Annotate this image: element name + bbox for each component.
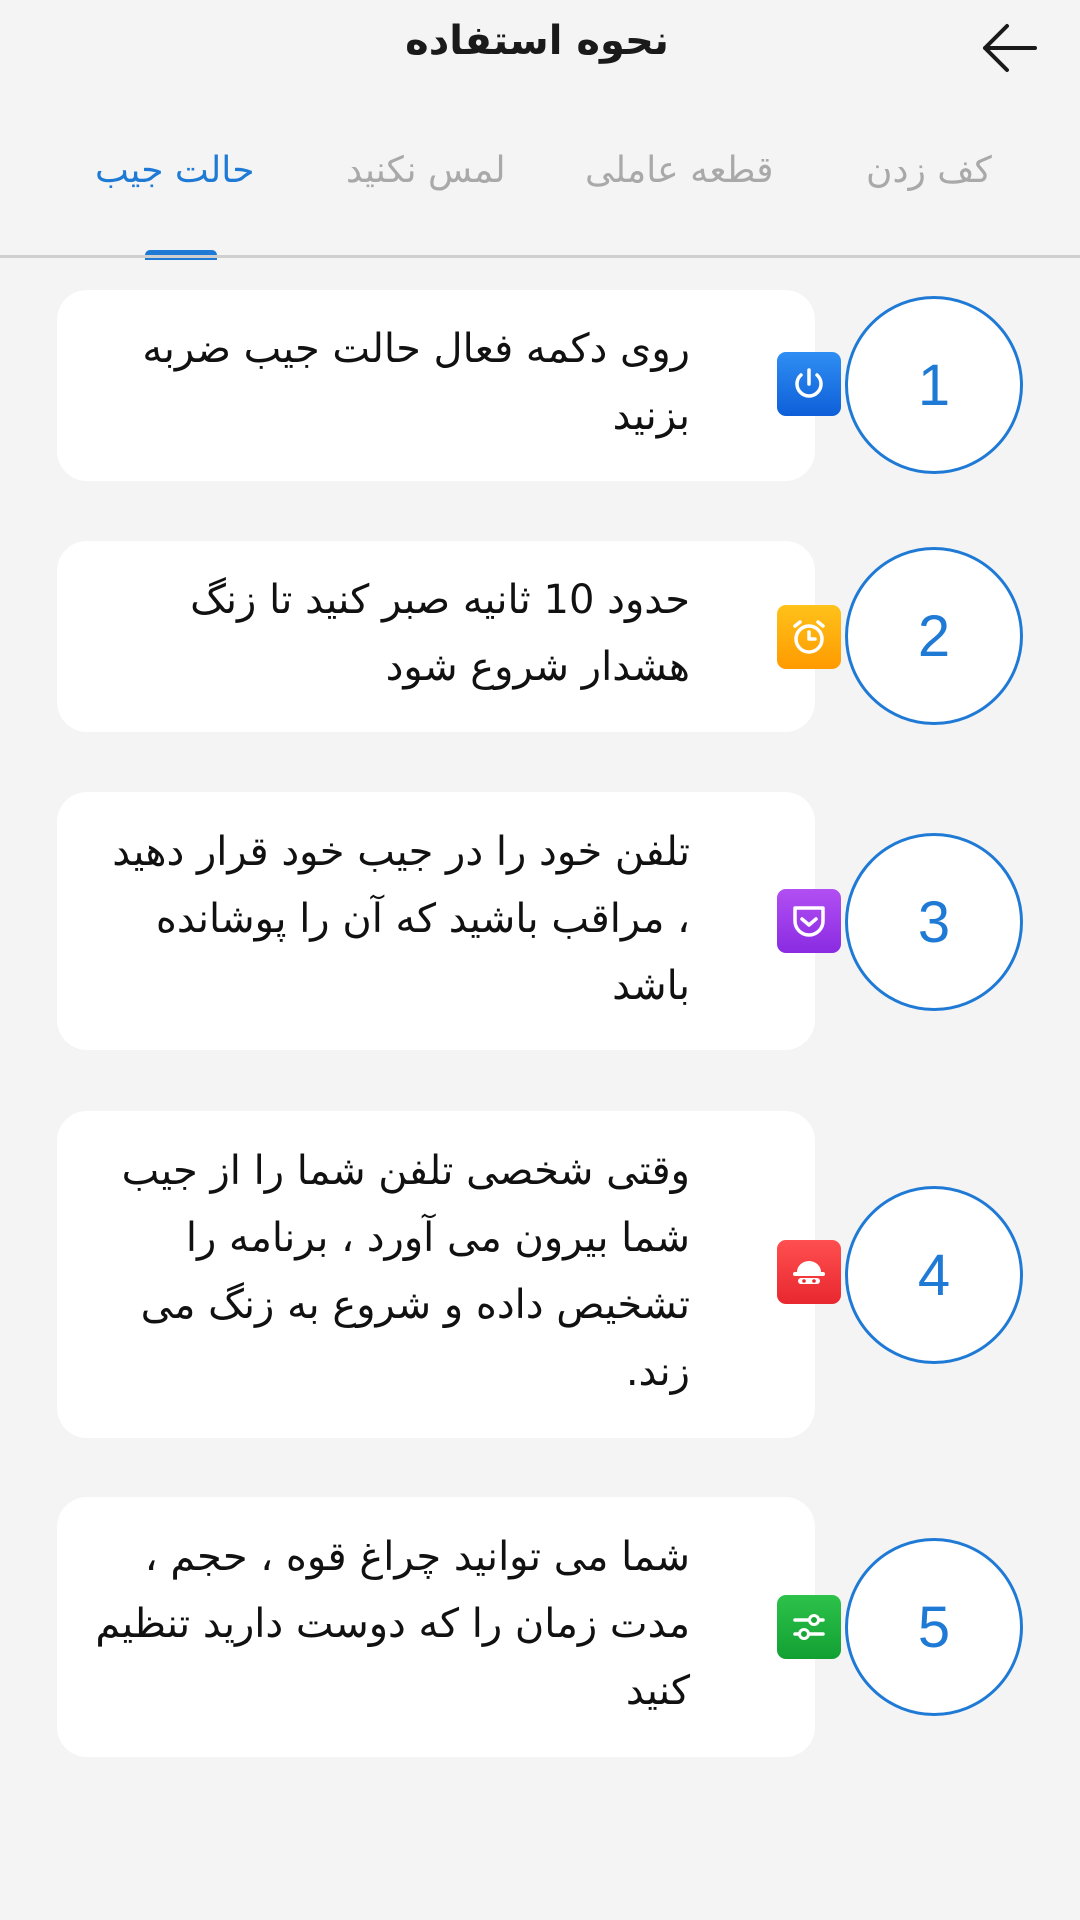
app-header: نحوه استفاده — [0, 0, 1080, 90]
step-card: شما می توانید چراغ قوه ، حجم ، مدت زمان … — [57, 1497, 841, 1757]
step-text: حدود 10 ثانیه صبر کنید تا زنگ هشدار شروع… — [190, 577, 690, 690]
tabs-divider — [0, 255, 1080, 258]
step-number: 2 — [845, 547, 1023, 725]
step-card: وقتی شخصی تلفن شما را از جیب شما بیرون م… — [57, 1111, 841, 1438]
step-text: وقتی شخصی تلفن شما را از جیب شما بیرون م… — [121, 1148, 690, 1395]
thief-icon — [777, 1240, 841, 1304]
power-icon — [777, 352, 841, 416]
step-text: روی دکمه فعال حالت جیب ضربه بزنید — [142, 326, 690, 439]
step-card: حدود 10 ثانیه صبر کنید تا زنگ هشدار شروع… — [57, 541, 841, 732]
step-number: 3 — [845, 833, 1023, 1011]
step-number: 1 — [845, 296, 1023, 474]
step-text: تلفن خود را در جیب خود قرار دهید ، مراقب… — [112, 829, 690, 1009]
alarm-clock-icon — [777, 605, 841, 669]
tab-bar: کف زدن قطعه عاملی لمس نکنید حالت جیب — [0, 140, 1080, 260]
step-number: 4 — [845, 1186, 1023, 1364]
page-title: نحوه استفاده — [405, 18, 669, 64]
pocket-icon — [777, 889, 841, 953]
tab-dont-touch[interactable]: لمس نکنید — [346, 150, 506, 191]
tab-clap[interactable]: کف زدن — [866, 150, 992, 191]
tab-pocket-mode[interactable]: حالت جیب — [95, 150, 254, 191]
step-card: تلفن خود را در جیب خود قرار دهید ، مراقب… — [57, 792, 841, 1050]
sliders-icon — [777, 1595, 841, 1659]
step-number: 5 — [845, 1538, 1023, 1716]
tab-action-piece[interactable]: قطعه عاملی — [585, 150, 774, 191]
step-card: روی دکمه فعال حالت جیب ضربه بزنید — [57, 290, 841, 481]
step-text: شما می توانید چراغ قوه ، حجم ، مدت زمان … — [95, 1534, 690, 1714]
